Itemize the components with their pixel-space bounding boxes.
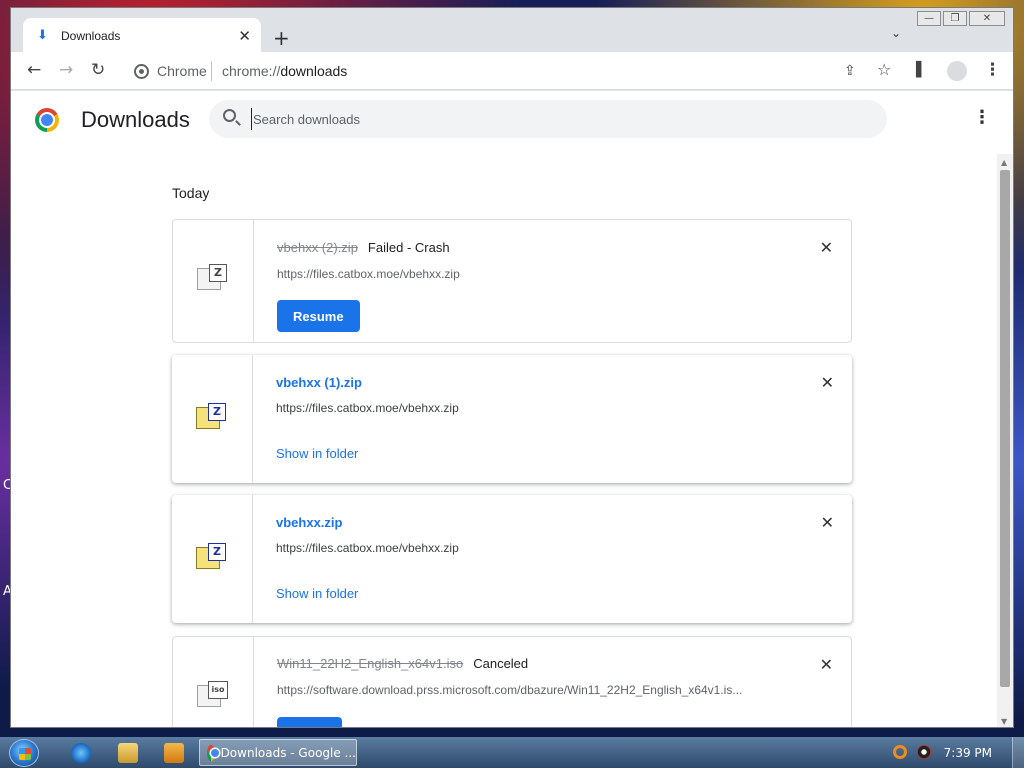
downloads-header: Downloads ⋮ [11,91,1013,147]
browser-window: ⬇ Downloads ✕ + ⌄ — ❐ ✕ ← → ↻ Chrome chr… [10,7,1014,728]
date-section-label: Today [172,185,210,201]
resume-button[interactable]: Resume [277,300,360,332]
zip-file-icon: Z [197,264,229,292]
download-icon: ⬇ [37,28,48,43]
forward-button[interactable]: → [59,60,73,80]
file-url[interactable]: https://files.catbox.moe/vbehxx.zip [277,267,460,281]
chrome-logo [35,108,59,132]
file-name: vbehxx (2).zip Failed - Crash [277,240,450,255]
scroll-down-arrow-icon[interactable]: ▼ [1001,717,1007,726]
page-title: Downloads [81,107,190,132]
remove-item-close-icon[interactable]: ✕ [821,373,834,392]
media-player-icon[interactable] [164,743,184,763]
start-button[interactable] [9,739,39,767]
restore-button[interactable]: ❐ [943,11,967,26]
remove-item-close-icon[interactable]: ✕ [820,655,833,674]
file-explorer-icon[interactable] [118,743,138,763]
remove-item-close-icon[interactable]: ✕ [820,238,833,257]
chrome-menu-icon[interactable]: ⋮ [984,60,1001,80]
tray-search-icon[interactable] [893,745,907,759]
url-prefix: chrome:// [222,63,281,79]
reload-button[interactable]: ↻ [91,60,105,80]
tab-downloads[interactable]: ⬇ Downloads ✕ [23,18,261,53]
taskbar-chrome-downloads[interactable]: Downloads - Google ... [199,739,357,766]
file-icon-column: iso [173,637,254,727]
file-name-link[interactable]: vbehxx (1).zip [276,375,362,390]
side-panel-icon[interactable]: ▌ [916,62,927,78]
downloads-page: Downloads ⋮ Today Z vbehxx (2).zipFailed… [11,91,1013,727]
chrome-icon [207,744,219,761]
minimize-button[interactable]: — [917,11,941,26]
url-path: downloads [280,63,348,79]
scroll-thumb[interactable] [1000,170,1010,687]
zip-file-icon: Z [196,543,228,571]
taskbar-clock[interactable]: 7:39 PM [944,746,992,760]
file-name-link[interactable]: vbehxx.zip [276,515,342,530]
remove-item-close-icon[interactable]: ✕ [821,513,834,532]
search-input[interactable] [251,108,851,130]
share-icon[interactable]: ⇪ [844,63,856,79]
download-item: Z vbehxx.zip https://files.catbox.moe/vb… [172,495,852,623]
download-status: Failed - Crash [367,240,450,255]
profile-avatar[interactable] [947,61,967,81]
bookmark-star-icon[interactable]: ☆ [877,60,891,79]
retry-button[interactable]: Retry [277,717,343,727]
download-item: Z vbehxx (2).zip Failed - Crash https://f… [172,219,852,343]
omnibox-divider [211,61,212,81]
show-in-folder-link[interactable]: Show in folder [276,446,358,461]
download-status: Canceled [473,656,529,671]
show-in-folder-link[interactable]: Show in folder [276,586,358,601]
scroll-up-arrow-icon[interactable]: ▲ [1001,158,1007,167]
chrome-site-icon [134,64,149,79]
file-icon-column: Z [173,220,254,342]
taskbar-app-label: Downloads - Google ... [220,745,356,760]
new-tab-button[interactable]: + [273,26,290,50]
window-close-button[interactable]: ✕ [969,11,1005,26]
file-url[interactable]: https://files.catbox.moe/vbehxx.zip [276,541,459,555]
file-url[interactable]: https://files.catbox.moe/vbehxx.zip [276,401,459,415]
download-item: iso Win11_22H2_English_x64v1.iso Canceled… [172,636,852,727]
file-name: Win11_22H2_English_x64v1.iso Canceled [277,656,529,671]
show-desktop-button[interactable] [1012,737,1024,768]
page-scrollbar[interactable]: ▲ ▼ [997,154,1013,727]
window-controls: — ❐ ✕ [917,11,1005,26]
tab-strip: ⬇ Downloads ✕ + ⌄ — ❐ ✕ [11,8,1013,53]
zip-file-icon: Z [196,403,228,431]
taskbar: Downloads - Google ... 7:39 PM [0,737,1024,768]
download-item: Z vbehxx (1).zip https://files.catbox.mo… [172,355,852,483]
iso-file-icon: iso [197,681,229,709]
more-actions-icon[interactable]: ⋮ [973,107,991,128]
tab-title: Downloads [61,28,121,43]
search-icon [223,109,236,122]
browser-toolbar: ← → ↻ Chrome chrome://downloads ⇪ ☆ ▌ ⋮ [11,52,1013,90]
tab-close-button[interactable]: ✕ [238,27,251,45]
file-icon-column: Z [172,355,253,483]
internet-explorer-icon[interactable] [71,743,91,763]
file-url[interactable]: https://software.download.prss.microsoft… [277,683,742,697]
search-box[interactable] [209,100,887,138]
omnibox[interactable]: Chrome chrome://downloads ⇪ [124,56,869,86]
back-button[interactable]: ← [27,60,41,80]
tray-app-icon[interactable] [917,745,931,759]
url-text[interactable]: chrome://downloads [222,63,347,79]
file-icon-column: Z [172,495,253,623]
site-label: Chrome [157,63,207,79]
tab-search-button[interactable]: ⌄ [891,26,901,40]
